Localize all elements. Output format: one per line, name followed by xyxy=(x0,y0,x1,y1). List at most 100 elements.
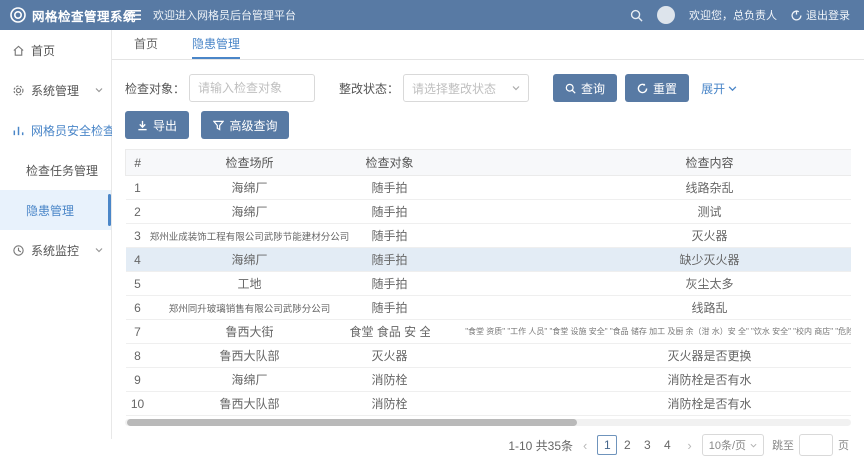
pagination-bar: 1-10 共35条 ‹ 1234 › 10条/页 跳至 页 xyxy=(125,434,851,456)
download-icon xyxy=(137,120,148,131)
advanced-query-label: 高级查询 xyxy=(229,117,277,134)
cell-object: 随手拍 xyxy=(350,176,430,200)
cell-place: 鲁西大队部 xyxy=(150,392,350,416)
cell-content: 消防栓是否有水 xyxy=(430,368,852,392)
advanced-query-button[interactable]: 高级查询 xyxy=(201,111,289,139)
chart-icon xyxy=(12,124,25,137)
sidebar-item-label: 系统管理 xyxy=(31,82,79,99)
sidebar-item-label: 检查任务管理 xyxy=(26,162,98,179)
sidebar-item-monitor[interactable]: 系统监控 xyxy=(0,230,111,270)
row-index: 3 xyxy=(126,224,150,248)
filter-row: 检查对象： 整改状态： 请选择整改状态 查询 xyxy=(125,74,851,102)
tab-label: 首页 xyxy=(134,35,158,52)
row-index: 9 xyxy=(126,368,150,392)
chevron-down-icon xyxy=(750,442,757,449)
welcome-text: 欢迎进入网格员后台管理平台 xyxy=(153,7,296,23)
pagination-summary: 1-10 共35条 xyxy=(508,437,573,454)
cell-content: 线路杂乱 xyxy=(430,176,852,200)
tab-home[interactable]: 首页 xyxy=(134,30,158,59)
sidebar-item-home[interactable]: 首页 xyxy=(0,30,111,70)
page-number-4[interactable]: 4 xyxy=(657,435,677,455)
inspection-table: # 检查场所 检查对象 检查内容 1海绵厂随手拍线路杂乱2海绵厂随手拍测试3郑州… xyxy=(125,149,851,416)
table-row[interactable]: 7鲁西大街食堂 食品 安 全"食堂 资质" "工作 人员" "食堂 设施 安全"… xyxy=(126,320,852,344)
cell-object: 随手拍 xyxy=(350,248,430,272)
row-index: 8 xyxy=(126,344,150,368)
column-header-index: # xyxy=(126,150,150,176)
cell-object: 随手拍 xyxy=(350,200,430,224)
sidebar-item-grid-check[interactable]: 网格员安全检查 xyxy=(0,110,111,150)
cell-object: 随手拍 xyxy=(350,224,430,248)
table-row[interactable]: 3郑州业成装饰工程有限公司武陟节能建材分公司随手拍灭火器 xyxy=(126,224,852,248)
search-button-label: 查询 xyxy=(581,80,605,97)
sidebar-item-label: 系统监控 xyxy=(31,242,79,259)
jump-page-input[interactable] xyxy=(799,434,833,456)
cell-object: 随手拍 xyxy=(350,296,430,320)
table-row[interactable]: 1海绵厂随手拍线路杂乱 xyxy=(126,176,852,200)
status-filter-select[interactable]: 请选择整改状态 xyxy=(403,74,529,102)
chevron-down-icon xyxy=(512,84,520,92)
sidebar-item-label: 首页 xyxy=(31,42,55,59)
row-index: 2 xyxy=(126,200,150,224)
table-row[interactable]: 8鲁西大队部灭火器灭火器是否更换 xyxy=(126,344,852,368)
cell-content: 缺少灭火器 xyxy=(430,248,852,272)
table-row[interactable]: 10鲁西大队部消防栓消防栓是否有水 xyxy=(126,392,852,416)
export-button[interactable]: 导出 xyxy=(125,111,189,139)
scrollbar-thumb[interactable] xyxy=(127,419,577,426)
sidebar-collapse-icon[interactable] xyxy=(126,9,141,21)
logout-icon xyxy=(791,10,802,21)
sidebar-item-label: 网格员安全检查 xyxy=(31,122,115,139)
tab-danger-mgmt[interactable]: 隐患管理 xyxy=(192,30,240,59)
cell-content: 线路乱 xyxy=(430,296,852,320)
refresh-icon xyxy=(637,83,648,94)
table-row[interactable]: 6郑州同升玻璃销售有限公司武陟分公司随手拍线路乱 xyxy=(126,296,852,320)
next-page-arrow[interactable]: › xyxy=(685,438,693,453)
logout-label: 退出登录 xyxy=(806,7,850,23)
prev-page-arrow[interactable]: ‹ xyxy=(581,438,589,453)
sidebar-item-danger-mgmt[interactable]: 隐患管理 xyxy=(0,190,111,230)
status-filter-label: 整改状态： xyxy=(339,80,399,97)
cell-object: 随手拍 xyxy=(350,272,430,296)
main-area: 首页 隐患管理 检查对象： 整改状态： 请选择整改状态 xyxy=(112,30,864,439)
search-icon xyxy=(565,83,576,94)
cell-content: 消防栓是否有水 xyxy=(430,392,852,416)
chevron-down-icon xyxy=(95,86,103,94)
cell-object: 食堂 食品 安 全 xyxy=(350,320,430,344)
cell-place: 鲁西大队部 xyxy=(150,344,350,368)
export-button-label: 导出 xyxy=(153,117,177,134)
search-button[interactable]: 查询 xyxy=(553,74,617,102)
object-filter-label: 检查对象： xyxy=(125,80,185,97)
sidebar-item-system[interactable]: 系统管理 xyxy=(0,70,111,110)
user-avatar[interactable] xyxy=(657,6,675,24)
page-number-3[interactable]: 3 xyxy=(637,435,657,455)
object-filter-input[interactable] xyxy=(189,74,315,102)
row-index: 7 xyxy=(126,320,150,344)
column-header-content: 检查内容 xyxy=(430,150,852,176)
logo-area: 网格检查管理系统 xyxy=(0,6,112,25)
sidebar-item-task-mgmt[interactable]: 检查任务管理 xyxy=(0,150,111,190)
user-greeting: 欢迎您，总负责人 xyxy=(689,7,777,23)
cell-content: 灭火器 xyxy=(430,224,852,248)
expand-filters-link[interactable]: 展开 xyxy=(701,80,737,97)
page-number-1[interactable]: 1 xyxy=(597,435,617,455)
column-header-place: 检查场所 xyxy=(150,150,350,176)
page-number-2[interactable]: 2 xyxy=(617,435,637,455)
cell-place: 鲁西大街 xyxy=(150,320,350,344)
logout-button[interactable]: 退出登录 xyxy=(791,7,850,23)
table-row[interactable]: 2海绵厂随手拍测试 xyxy=(126,200,852,224)
chevron-down-icon xyxy=(728,84,737,93)
table-row[interactable]: 9海绵厂消防栓消防栓是否有水 xyxy=(126,368,852,392)
reset-button[interactable]: 重置 xyxy=(625,74,689,102)
row-index: 10 xyxy=(126,392,150,416)
cell-object: 消防栓 xyxy=(350,368,430,392)
cell-object: 消防栓 xyxy=(350,392,430,416)
table-row[interactable]: 5工地随手拍灰尘太多 xyxy=(126,272,852,296)
page-size-select[interactable]: 10条/页 xyxy=(702,434,764,456)
search-icon[interactable] xyxy=(630,9,643,22)
app-logo-icon xyxy=(10,7,26,23)
horizontal-scrollbar[interactable] xyxy=(125,419,851,426)
table-row[interactable]: 4海绵厂随手拍缺少灭火器 xyxy=(126,248,852,272)
column-header-object: 检查对象 xyxy=(350,150,430,176)
cell-place: 工地 xyxy=(150,272,350,296)
home-icon xyxy=(12,44,25,57)
data-table-container: # 检查场所 检查对象 检查内容 1海绵厂随手拍线路杂乱2海绵厂随手拍测试3郑州… xyxy=(125,149,851,416)
